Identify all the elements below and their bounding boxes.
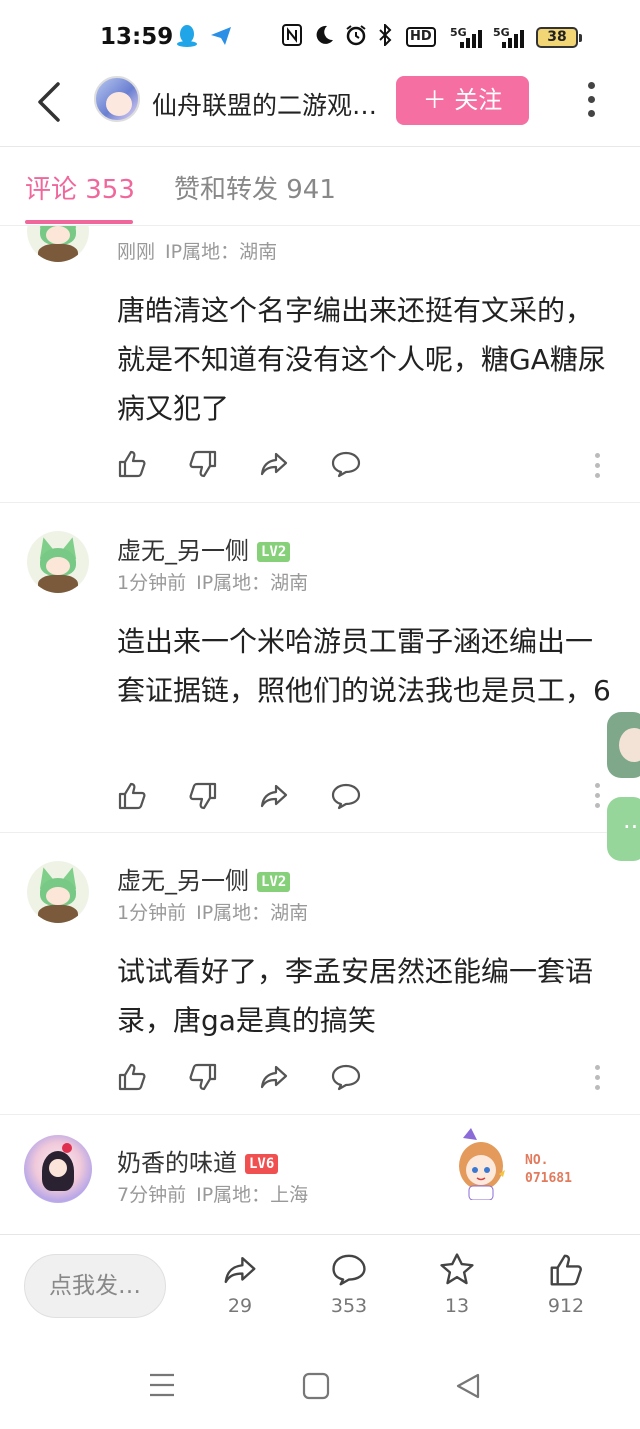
like-button[interactable]: 912	[531, 1251, 601, 1317]
post-header: 仙舟联盟的二游观… ＋ 关注	[0, 72, 640, 146]
battery-icon: 38	[536, 27, 582, 48]
comment-time: 1分钟前	[117, 902, 187, 924]
nfc-icon	[282, 24, 302, 51]
alarm-icon	[345, 24, 367, 51]
back-button[interactable]	[30, 80, 70, 124]
comment-text[interactable]: 试试看好了，李孟安居然还能编一套语录，唐ga是真的搞笑	[117, 947, 613, 1045]
qq-icon	[176, 24, 198, 53]
favorite-count: 13	[444, 1295, 470, 1317]
signal-bars-2-icon	[500, 30, 526, 48]
commenter-avatar[interactable]	[27, 531, 89, 593]
comment-ip: IP属地：湖南	[196, 902, 309, 924]
dislike-icon[interactable]	[187, 780, 219, 812]
comment-ip: IP属地：湖南	[165, 241, 278, 263]
fan-badge-no-value: 071681	[525, 1171, 572, 1186]
level-badge: LV2	[257, 542, 291, 562]
comment-icon	[332, 1254, 366, 1286]
comment-meta: 1分钟前 IP属地：湖南	[117, 898, 308, 925]
fan-badge-no-label: NO.	[525, 1153, 549, 1168]
comment-ip: IP属地：上海	[196, 1184, 309, 1206]
like-icon	[550, 1254, 582, 1286]
comment-count: 353	[330, 1295, 368, 1317]
share-button[interactable]: 29	[205, 1251, 275, 1317]
floating-chat-button[interactable]: ··	[607, 797, 640, 861]
fan-badge-character-icon	[459, 1128, 505, 1200]
more-options-icon[interactable]	[588, 82, 596, 122]
comment-more-icon[interactable]	[595, 1065, 603, 1095]
share-icon[interactable]	[258, 448, 290, 480]
author-name[interactable]: 仙舟联盟的二游观…	[152, 86, 382, 122]
home-icon[interactable]	[302, 1372, 330, 1400]
like-count: 912	[547, 1295, 585, 1317]
divider	[0, 502, 640, 503]
like-icon[interactable]	[116, 448, 148, 480]
share-icon	[224, 1256, 256, 1284]
comment-time: 刚刚	[117, 241, 156, 263]
comment-text[interactable]: 唐皓清这个名字编出来还挺有文采的，就是不知道有没有这个人呢，糖GA糖尿病又犯了	[117, 286, 613, 433]
reply-icon[interactable]	[330, 1061, 362, 1093]
comment-ip: IP属地：湖南	[196, 572, 309, 594]
signal-bars-1-icon	[458, 30, 484, 48]
bottom-action-bar: 点我发… 29 353 13 912	[0, 1234, 640, 1344]
divider	[0, 1114, 640, 1115]
fan-badge-number: NO. 071681	[525, 1152, 572, 1188]
like-icon[interactable]	[116, 780, 148, 812]
back-nav-icon[interactable]	[454, 1372, 482, 1400]
reply-icon[interactable]	[330, 780, 362, 812]
fan-badge-decoration: NO. 071681	[449, 1128, 589, 1200]
status-bar: 13:59 HD 5G 5G 38	[0, 0, 640, 72]
comment-input[interactable]: 点我发…	[24, 1254, 166, 1318]
tab-comments[interactable]: 评论 353	[25, 169, 135, 206]
moon-icon	[314, 24, 334, 51]
commenter-avatar[interactable]	[24, 1135, 92, 1203]
level-badge: LV6	[245, 1154, 279, 1174]
level-badge: LV2	[257, 872, 291, 892]
comment-button[interactable]: 353	[314, 1251, 384, 1317]
commenter-name[interactable]: 奶香的味道 LV6	[117, 1143, 279, 1178]
comment-time: 1分钟前	[117, 572, 187, 594]
dislike-icon[interactable]	[187, 1061, 219, 1093]
comment-meta: 7分钟前 IP属地：上海	[117, 1180, 308, 1207]
bluetooth-icon	[377, 22, 393, 51]
commenter-name[interactable]: 虚无_另一侧 LV2	[117, 861, 291, 896]
comment-time: 7分钟前	[117, 1184, 187, 1206]
commenter-name-text[interactable]: 虚无_另一侧	[117, 867, 249, 895]
reply-icon[interactable]	[330, 448, 362, 480]
share-count: 29	[227, 1295, 253, 1317]
commenter-name-text[interactable]: 虚无_另一侧	[117, 537, 249, 565]
tab-indicator	[25, 220, 133, 224]
menu-icon[interactable]	[148, 1372, 176, 1398]
floating-avatar-widget[interactable]	[607, 712, 640, 778]
share-icon[interactable]	[258, 780, 290, 812]
comment-list: 刚刚 IP属地：湖南 唐皓清这个名字编出来还挺有文采的，就是不知道有没有这个人呢，…	[0, 226, 640, 1234]
dislike-icon[interactable]	[187, 448, 219, 480]
hd-icon: HD	[406, 27, 436, 47]
favorite-button[interactable]: 13	[422, 1251, 492, 1317]
comment-meta: 刚刚 IP属地：湖南	[117, 237, 277, 264]
follow-button[interactable]: ＋ 关注	[396, 76, 529, 125]
commenter-avatar[interactable]	[27, 861, 89, 923]
comment-tabs: 评论 353 赞和转发 941	[0, 147, 640, 225]
comment-meta: 1分钟前 IP属地：湖南	[117, 568, 308, 595]
author-avatar[interactable]	[94, 76, 140, 122]
divider	[0, 832, 640, 833]
star-icon	[440, 1253, 474, 1285]
commenter-avatar[interactable]	[27, 226, 89, 262]
share-icon[interactable]	[258, 1061, 290, 1093]
commenter-name-text[interactable]: 奶香的味道	[117, 1149, 237, 1177]
tab-likes-reposts[interactable]: 赞和转发 941	[174, 169, 336, 206]
send-icon	[209, 24, 233, 53]
comment-more-icon[interactable]	[595, 783, 603, 813]
comment-text[interactable]: 造出来一个米哈游员工雷子涵还编出一套证据链，照他们的说法我也是员工，6	[117, 617, 613, 715]
commenter-name[interactable]: 虚无_另一侧 LV2	[117, 531, 291, 566]
system-nav-bar	[0, 1344, 640, 1429]
status-time: 13:59	[100, 24, 174, 50]
like-icon[interactable]	[116, 1061, 148, 1093]
comment-more-icon[interactable]	[595, 453, 603, 483]
